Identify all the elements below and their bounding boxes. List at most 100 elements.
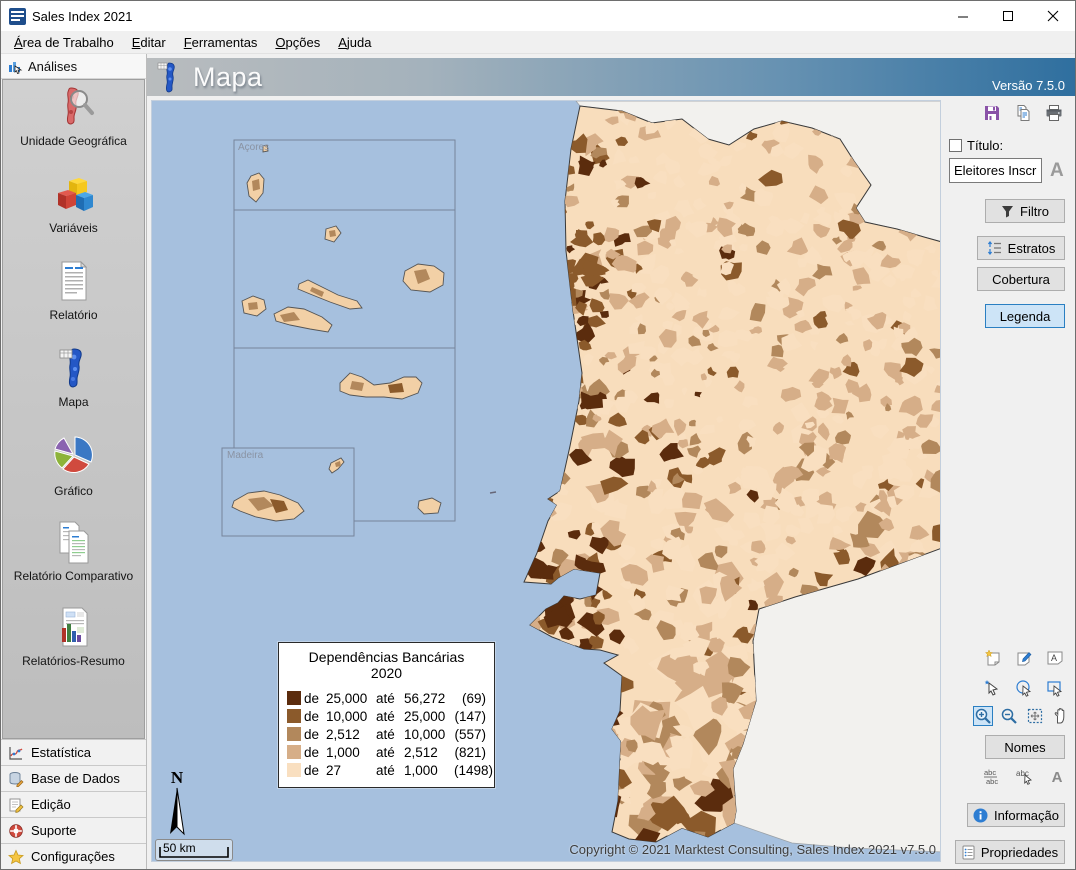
filtro-button[interactable]: Filtro xyxy=(985,199,1065,223)
informacao-button[interactable]: Informação xyxy=(967,803,1065,827)
titulo-checkbox[interactable] xyxy=(949,139,962,152)
sidebar-header-label: Análises xyxy=(28,59,77,74)
portugal-choropleth-map[interactable] xyxy=(152,101,941,862)
legend-text: (147) xyxy=(454,709,486,724)
map-canvas[interactable]: Açores Madeira Dependências Bancárias 20… xyxy=(151,100,941,862)
select-circle-tool[interactable] xyxy=(1014,678,1034,698)
legenda-button[interactable]: Legenda xyxy=(985,304,1065,328)
legend-text: de xyxy=(304,745,326,760)
zoom-in-tool[interactable] xyxy=(973,706,993,726)
save-icon[interactable] xyxy=(983,104,1001,122)
legend-text: 2,512 xyxy=(326,727,376,742)
legend-text: até xyxy=(376,691,404,706)
star-icon xyxy=(8,849,24,865)
page-title: Mapa xyxy=(193,62,263,93)
menu-editar[interactable]: Editar xyxy=(123,33,175,52)
legend-row: de10,000até25,000(147) xyxy=(287,707,486,725)
sidebar-item-label: Gráfico xyxy=(51,485,96,498)
close-button[interactable] xyxy=(1030,1,1075,31)
svg-text:A: A xyxy=(1051,653,1057,663)
sidebar-section-label: Estatística xyxy=(31,745,91,760)
print-icon[interactable] xyxy=(1045,104,1063,122)
map-icon xyxy=(52,345,96,393)
sidebar-section-suporte[interactable]: Suporte xyxy=(1,817,146,843)
title-font-button[interactable]: A xyxy=(1050,160,1064,182)
sidebar-item-label: Mapa xyxy=(55,396,91,409)
text-note-tool[interactable]: A xyxy=(1045,648,1065,668)
menu-ajuda[interactable]: Ajuda xyxy=(329,33,380,52)
copyright-text: Copyright © 2021 Marktest Consulting, Sa… xyxy=(569,842,936,857)
propriedades-label: Propriedades xyxy=(981,845,1058,860)
titulo-input[interactable] xyxy=(949,158,1042,183)
edit-note-tool[interactable] xyxy=(1014,648,1034,668)
legend-text: de xyxy=(304,727,326,742)
estratos-button[interactable]: Estratos xyxy=(977,236,1065,260)
legend-text: de xyxy=(304,691,326,706)
sidebar-tool-list: Unidade Geográfica Variáveis xyxy=(2,79,145,739)
annotation-tools-row: A xyxy=(983,648,1065,668)
menu-ferramentas[interactable]: Ferramentas xyxy=(175,33,267,52)
legend-text: 56,272 xyxy=(404,691,454,706)
sidebar-header-analises[interactable]: Análises xyxy=(1,54,146,79)
map-legend[interactable]: Dependências Bancárias 2020 de25,000até5… xyxy=(278,642,495,788)
legend-text: 27 xyxy=(326,763,376,778)
maximize-button[interactable] xyxy=(985,1,1030,31)
map-toolbar xyxy=(983,104,1063,122)
zoom-extent-tool[interactable] xyxy=(1025,706,1045,726)
label-pick-tool[interactable]: abc xyxy=(1014,767,1034,787)
menu-opcoes[interactable]: Opções xyxy=(266,33,329,52)
sidebar-section-label: Base de Dados xyxy=(31,771,120,786)
sidebar-section-configuracoes[interactable]: Configurações xyxy=(1,843,146,869)
legend-title: Dependências Bancárias xyxy=(287,649,486,665)
label-font-button[interactable]: A xyxy=(1047,767,1067,787)
sidebar-item-unidade-geografica[interactable]: Unidade Geográfica xyxy=(3,84,144,171)
legend-swatch xyxy=(287,745,301,759)
strata-icon xyxy=(987,241,1002,255)
sidebar-item-relatorio-comparativo[interactable]: Relatório Comparativo xyxy=(3,519,144,606)
sidebar-section-base-de-dados[interactable]: Base de Dados xyxy=(1,765,146,791)
sidebar-section-estatistica[interactable]: Estatística xyxy=(1,739,146,765)
legend-text: de xyxy=(304,709,326,724)
copy-icon[interactable] xyxy=(1014,104,1032,122)
sidebar-item-relatorios-resumo[interactable]: Relatórios-Resumo xyxy=(3,606,144,693)
menu-area-de-trabalho[interactable]: Área de Trabalho xyxy=(5,33,123,52)
legend-swatch xyxy=(287,709,301,723)
legend-subtitle: 2020 xyxy=(287,665,486,681)
pie-chart-icon xyxy=(51,432,97,482)
summary-report-icon xyxy=(52,606,96,652)
select-pointer-tool[interactable] xyxy=(983,678,1003,698)
analyses-icon xyxy=(7,58,23,74)
pan-hand-tool[interactable] xyxy=(1051,706,1071,726)
sidebar-sections: Estatística Base de Dados xyxy=(1,739,146,869)
nomes-button[interactable]: Nomes xyxy=(985,735,1065,759)
version-label: Versão 7.5.0 xyxy=(992,78,1065,93)
legend-row: de27até1,000(1498) xyxy=(287,761,486,779)
estratos-label: Estratos xyxy=(1008,241,1056,256)
legend-text: 10,000 xyxy=(326,709,376,724)
sidebar-item-grafico[interactable]: Gráfico xyxy=(3,432,144,519)
svg-text:abc: abc xyxy=(986,777,998,786)
minimize-button[interactable] xyxy=(940,1,985,31)
svg-text:abc: abc xyxy=(984,768,996,777)
informacao-label: Informação xyxy=(994,808,1059,823)
edit-icon xyxy=(8,797,24,813)
legend-row: de1,000até2,512(821) xyxy=(287,743,486,761)
sidebar-section-edicao[interactable]: Edição xyxy=(1,791,146,817)
new-note-tool[interactable] xyxy=(983,648,1003,668)
acores-inset-label: Açores xyxy=(238,142,269,153)
legend-swatch xyxy=(287,691,301,705)
propriedades-button[interactable]: Propriedades xyxy=(955,840,1065,864)
zoom-out-tool[interactable] xyxy=(999,706,1019,726)
legend-row: de25,000até56,272(69) xyxy=(287,689,486,707)
sidebar-item-relatorio[interactable]: Relatório xyxy=(3,258,144,345)
filter-icon xyxy=(1001,205,1014,218)
legend-text: (1498) xyxy=(454,763,493,778)
labels-all-tool[interactable]: abcabc xyxy=(981,767,1001,787)
legend-swatch xyxy=(287,727,301,741)
legend-text: 10,000 xyxy=(404,727,454,742)
cobertura-button[interactable]: Cobertura xyxy=(977,267,1065,291)
sidebar-item-variaveis[interactable]: Variáveis xyxy=(3,171,144,258)
sidebar-item-mapa[interactable]: Mapa xyxy=(3,345,144,432)
legend-text: 2,512 xyxy=(404,745,454,760)
select-rectangle-tool[interactable] xyxy=(1045,678,1065,698)
